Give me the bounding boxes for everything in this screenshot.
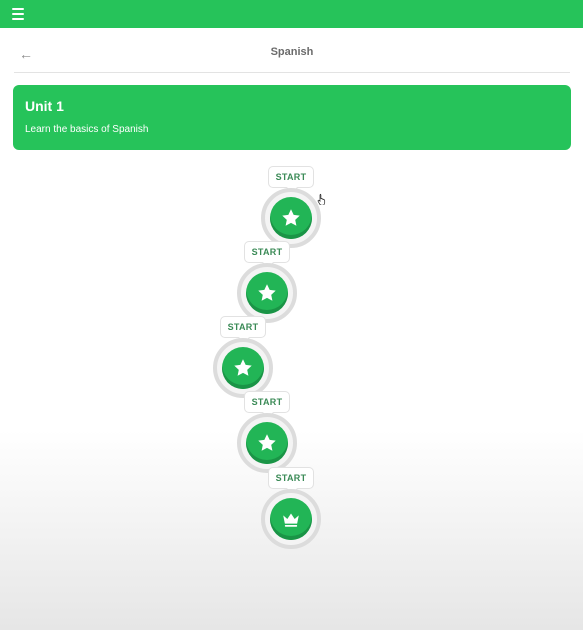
page-header: ← Spanish — [14, 38, 570, 73]
star-icon — [258, 284, 276, 301]
lesson-node: START — [251, 467, 331, 557]
unit-description: Learn the basics of Spanish — [25, 124, 149, 135]
menu-line — [12, 13, 24, 15]
page-title: Spanish — [270, 46, 314, 58]
hamburger-menu-icon[interactable] — [12, 6, 28, 22]
start-button[interactable]: START — [244, 241, 290, 263]
crown-icon — [283, 513, 299, 527]
lesson-button[interactable] — [246, 272, 288, 314]
lesson-button[interactable] — [270, 197, 312, 239]
start-button[interactable]: START — [244, 391, 290, 413]
start-button[interactable]: START — [220, 316, 266, 338]
unit-banner: Unit 1 Learn the basics of Spanish — [13, 85, 571, 150]
lesson-button[interactable] — [246, 422, 288, 464]
star-icon — [234, 359, 252, 376]
lesson-button[interactable] — [222, 347, 264, 389]
start-button[interactable]: START — [268, 166, 314, 188]
star-icon — [258, 434, 276, 451]
lesson-button[interactable] — [270, 498, 312, 540]
menu-line — [12, 8, 24, 10]
menu-line — [12, 18, 24, 20]
start-button[interactable]: START — [268, 467, 314, 489]
hand-pointer-cursor-icon — [317, 193, 326, 205]
top-app-bar — [0, 0, 583, 28]
star-icon — [282, 209, 300, 226]
unit-title: Unit 1 — [25, 98, 64, 114]
